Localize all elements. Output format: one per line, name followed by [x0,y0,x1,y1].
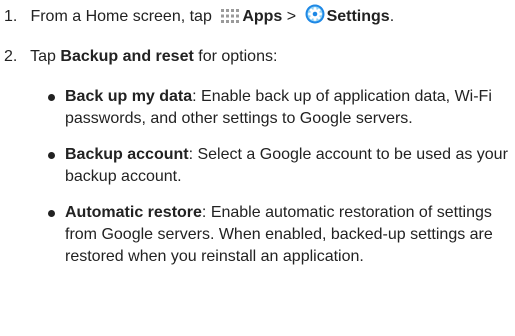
step-suffix: for options: [198,48,278,65]
step-text: From a Home screen, tap [30,8,212,25]
backup-options-list: Back up my data: Enable back up of appli… [48,86,508,282]
step-2: 2. Tap Backup and reset for options: [0,46,277,68]
list-item: Automatic restore: Enable automatic rest… [48,202,508,268]
step-number: 1. [4,8,18,25]
apps-label: Apps [242,8,283,25]
step-suffix: . [389,8,395,25]
option-title: Back up my data [65,88,193,105]
settings-gear-icon [305,4,325,31]
step-number: 2. [4,48,18,65]
apps-grid-icon [220,8,240,31]
settings-label: Settings [326,8,390,25]
path-separator: > [286,8,297,25]
instructions-document: 1. From a Home screen, tap Apps > Settin… [0,0,515,336]
list-item: Back up my data: Enable back up of appli… [48,86,508,130]
step-text: Tap [30,48,56,65]
list-item: Backup account: Select a Google account … [48,144,508,188]
option-title: Automatic restore [65,204,202,221]
backup-and-reset-label: Backup and reset [60,48,194,65]
step-1: 1. From a Home screen, tap Apps > Settin… [0,4,394,31]
option-title: Backup account [65,146,189,163]
